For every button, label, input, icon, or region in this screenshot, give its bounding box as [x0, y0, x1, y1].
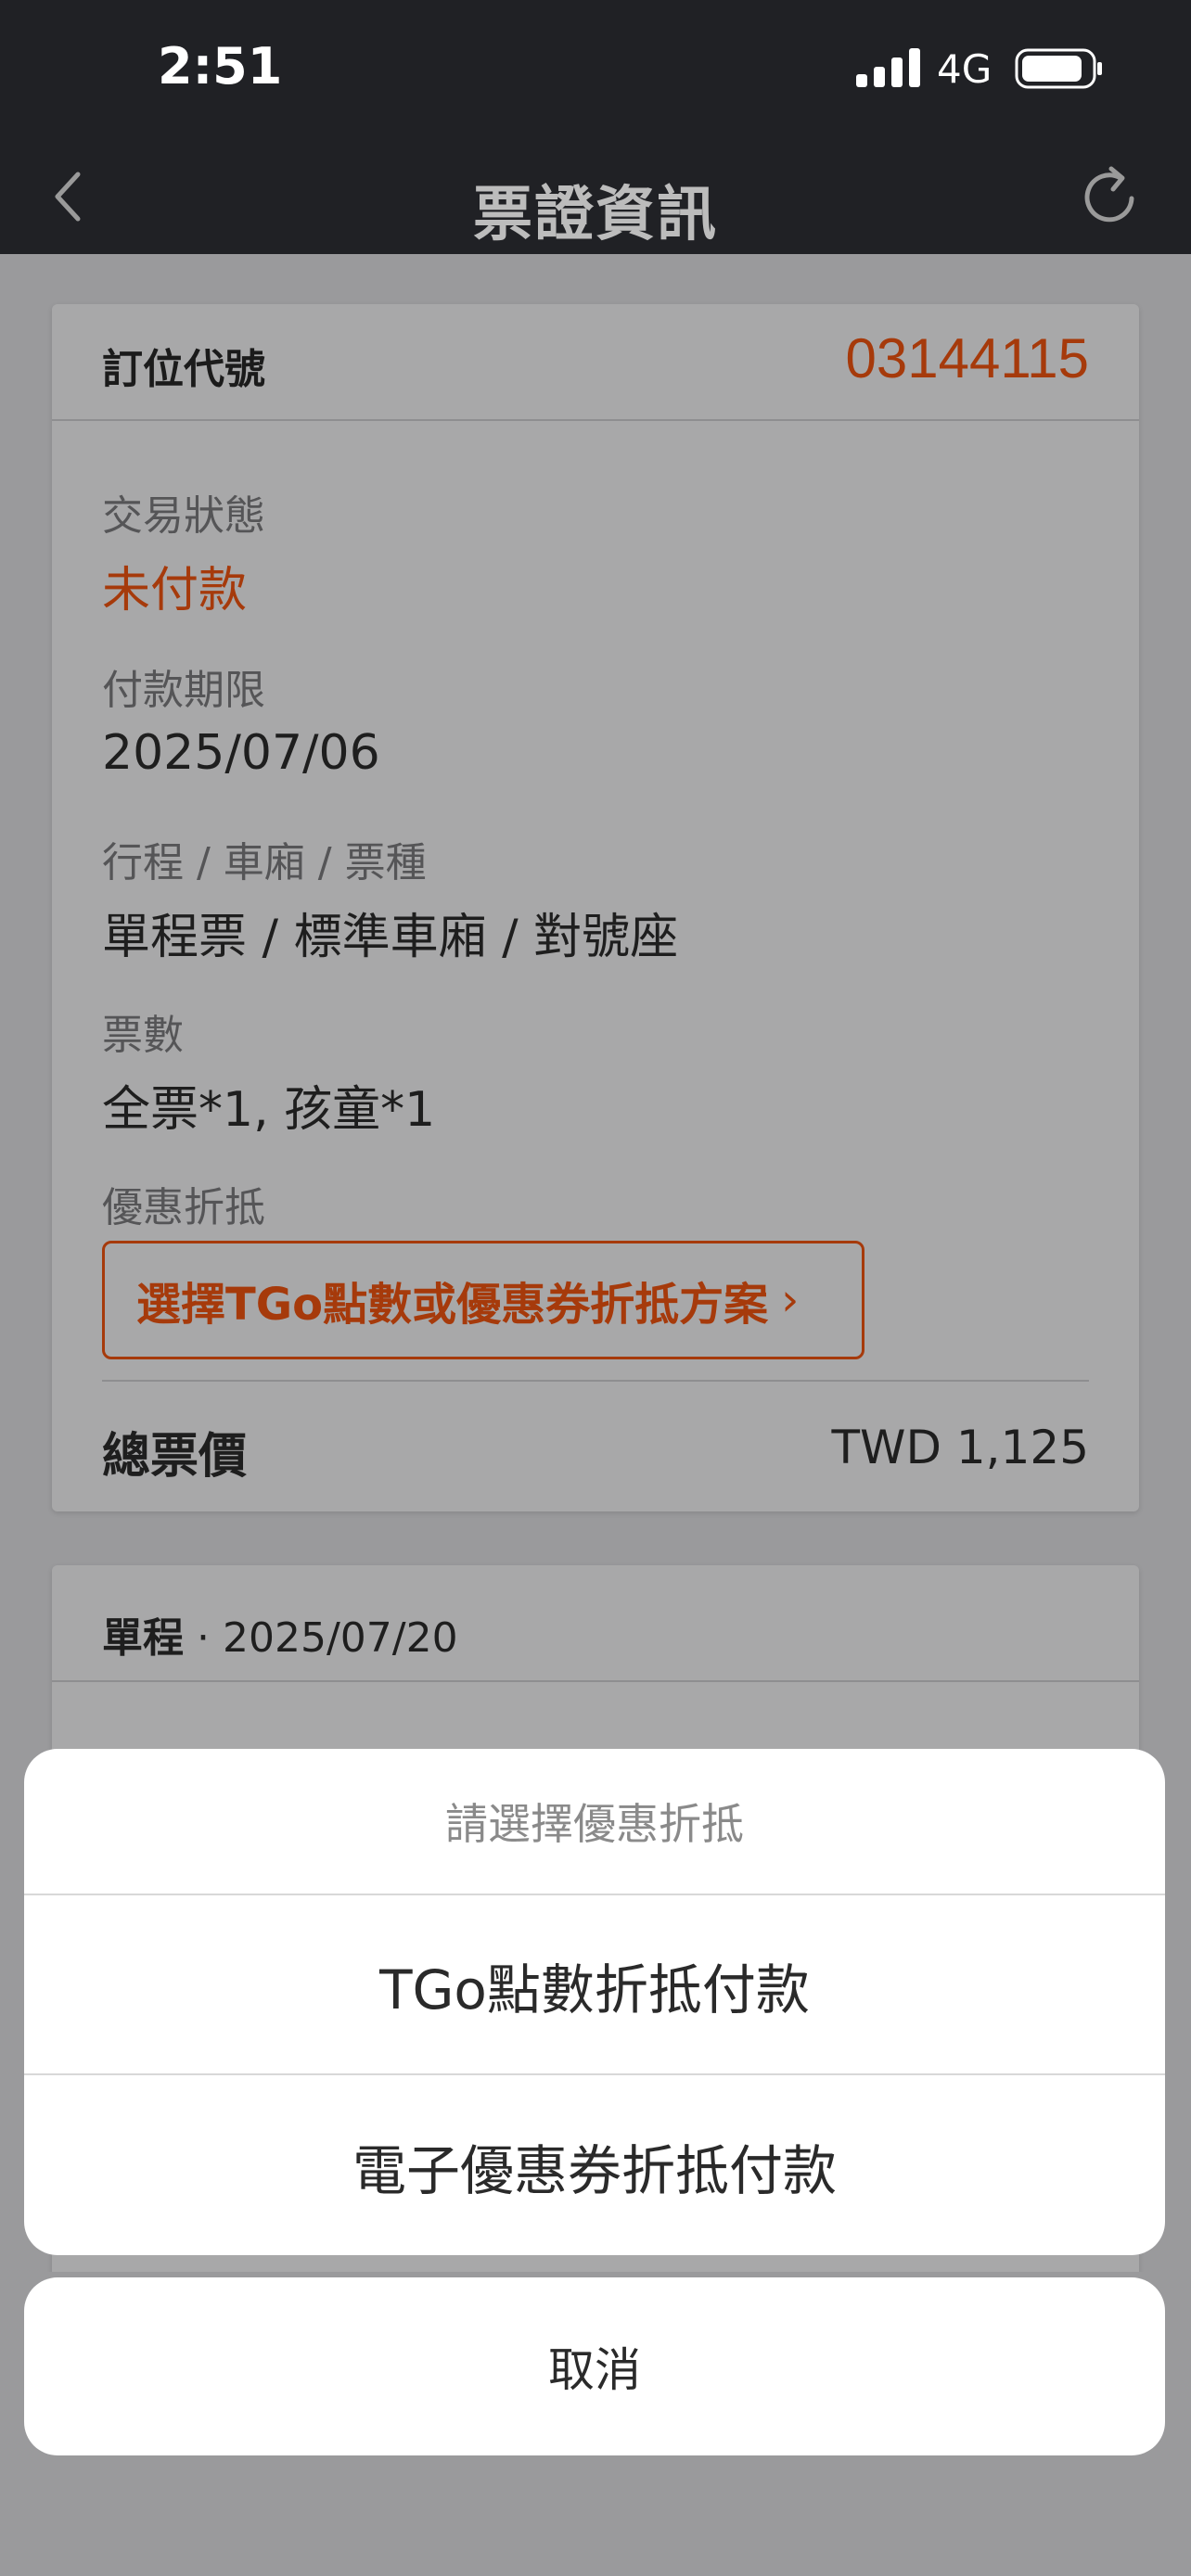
signal-icon [856, 48, 920, 87]
trip-type-value: 單程票 / 標準車廂 / 對號座 [102, 910, 679, 965]
trip-type-label: 行程 / 車廂 / 票種 [102, 839, 427, 886]
status-time: 2:51 [158, 37, 283, 96]
discount-action-sheet: 請選擇優惠折抵 TGo點數折抵付款 電子優惠券折抵付款 [24, 1749, 1165, 2255]
cancel-button[interactable]: 取消 [24, 2277, 1165, 2455]
journey-date: 2025/07/20 [223, 1614, 458, 1662]
booking-card: 訂位代號 03144115 交易狀態 未付款 付款期限 2025/07/06 行… [52, 304, 1139, 1511]
navigation-bar: 票證資訊 [0, 139, 1191, 254]
app-screen: 2:51 4G 票證資訊 訂位代號 03144115 交易狀態 未付款 付款期限… [0, 0, 1191, 2576]
status-label: 交易狀態 [102, 492, 265, 540]
discount-label: 優惠折抵 [102, 1184, 265, 1231]
booking-code-label: 訂位代號 [102, 346, 265, 393]
total-price-value: TWD 1,125 [831, 1421, 1089, 1474]
select-discount-button[interactable]: 選擇TGo點數或優惠券折抵方案 › [102, 1241, 864, 1359]
tickets-label: 票數 [102, 1012, 184, 1059]
divider [102, 1380, 1089, 1382]
refresh-icon[interactable] [1078, 159, 1145, 234]
tickets-value: 全票*1, 孩童*1 [102, 1082, 436, 1138]
action-sheet-title: 請選擇優惠折抵 [24, 1749, 1165, 1895]
network-label: 4G [937, 46, 992, 92]
booking-code-value: 03144115 [845, 327, 1090, 389]
deadline-label: 付款期限 [102, 667, 265, 714]
journey-title: 單程 · 2025/07/20 [102, 1604, 458, 1664]
chevron-right-icon: › [781, 1274, 800, 1326]
status-bar: 2:51 4G [0, 0, 1191, 139]
e-coupon-option[interactable]: 電子優惠券折抵付款 [24, 2077, 1165, 2255]
booking-code-row: 訂位代號 03144115 [52, 304, 1139, 421]
battery-icon [1015, 48, 1102, 89]
deadline-value: 2025/07/06 [102, 725, 380, 781]
journey-header: 單程 · 2025/07/20 [52, 1565, 1139, 1682]
journey-type: 單程 [102, 1614, 184, 1662]
total-price-label: 總票價 [102, 1429, 248, 1485]
journey-separator: · [197, 1614, 210, 1662]
page-title: 票證資訊 [473, 181, 718, 249]
status-value: 未付款 [102, 563, 248, 618]
tgo-points-option[interactable]: TGo點數折抵付款 [24, 1897, 1165, 2075]
select-discount-label: 選擇TGo點數或優惠券折抵方案 [136, 1279, 769, 1331]
